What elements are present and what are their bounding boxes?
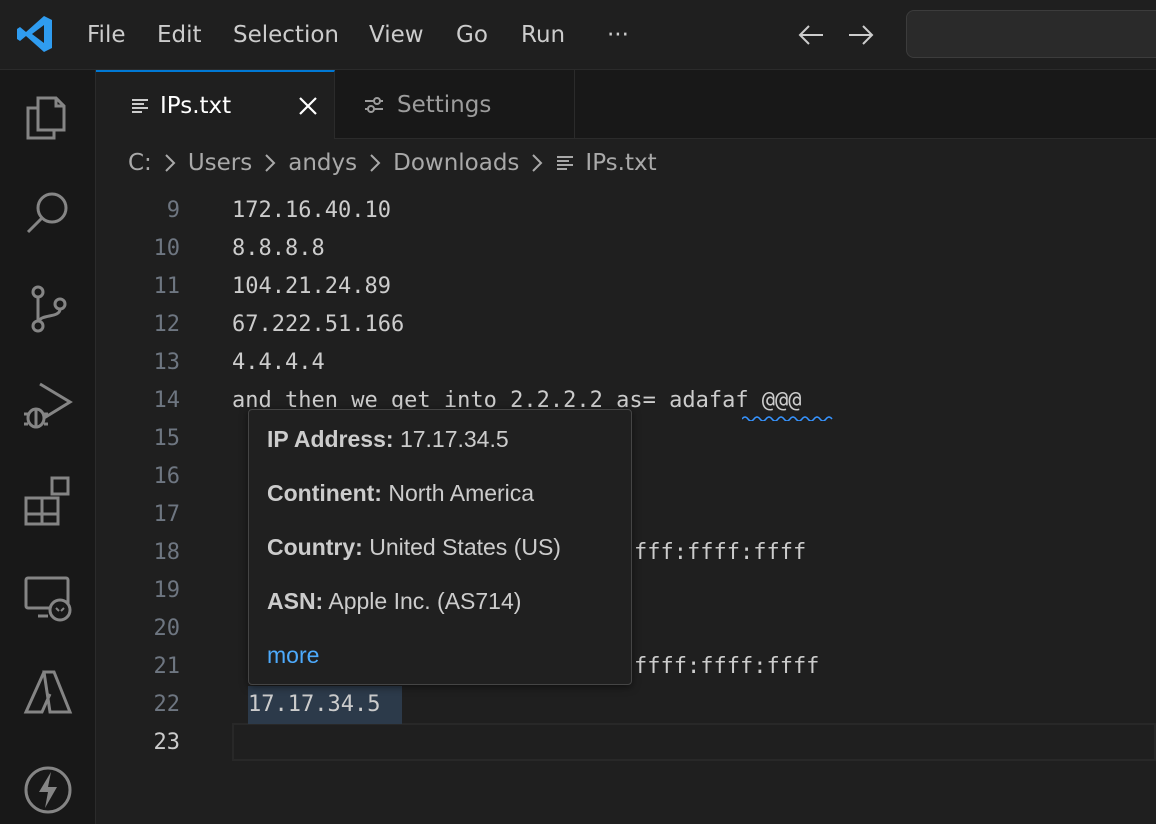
menu-view[interactable]: View: [369, 18, 424, 52]
breadcrumb-item[interactable]: IPs.txt: [585, 150, 656, 176]
code-line[interactable]: ffff:ffff:ffff: [634, 648, 819, 686]
breadcrumb: C: Users andys Downloads IPs.txt: [96, 139, 1156, 187]
hover-ip-label: IP Address:: [267, 426, 394, 452]
line-number: 11: [153, 274, 181, 299]
search-icon[interactable]: [20, 184, 76, 240]
ip-info-hover: IP Address: 17.17.34.5 Continent: North …: [248, 409, 632, 685]
hover-ip-value: 17.17.34.5: [399, 426, 509, 452]
code-line[interactable]: fff:ffff:ffff: [634, 534, 806, 572]
settings-sliders-icon: [365, 96, 383, 113]
chevron-right-icon: [531, 153, 543, 173]
line-number: 12: [153, 312, 181, 337]
hover-country-row: Country: United States (US): [267, 530, 561, 564]
line-number: 19: [153, 578, 181, 603]
menu-edit[interactable]: Edit: [157, 18, 202, 52]
tab-ips-txt[interactable]: IPs.txt: [96, 70, 335, 140]
breadcrumb-item[interactable]: Users: [188, 150, 252, 176]
line-number: 18: [153, 540, 181, 565]
hover-asn-label: ASN:: [267, 588, 324, 614]
line-number: 9: [166, 198, 180, 223]
menu-file[interactable]: File: [87, 18, 126, 52]
line-number: 17: [153, 502, 181, 527]
title-bar: File Edit Selection View Go Run ···: [0, 0, 1156, 70]
hover-ip-row: IP Address: 17.17.34.5: [267, 422, 509, 456]
line-number: 15: [153, 426, 181, 451]
breadcrumb-item[interactable]: Downloads: [393, 150, 519, 176]
run-debug-icon[interactable]: [20, 376, 76, 432]
line-number: 21: [153, 654, 181, 679]
line-number: 22: [153, 692, 181, 717]
close-icon[interactable]: [297, 95, 319, 117]
arrow-left-icon[interactable]: [796, 20, 826, 50]
code-line[interactable]: 4.4.4.4: [232, 344, 325, 382]
extensions-icon[interactable]: [20, 472, 76, 528]
tab-settings[interactable]: Settings: [335, 70, 575, 139]
line-number: 16: [153, 464, 181, 489]
code-line[interactable]: 8.8.8.8: [232, 230, 325, 268]
line-number: 23: [153, 730, 181, 755]
hover-continent-value: North America: [388, 480, 535, 506]
lightning-bolt-icon[interactable]: [20, 760, 76, 816]
breadcrumb-item[interactable]: C:: [128, 150, 152, 176]
hover-asn-value: Apple Inc. (AS714): [328, 588, 522, 614]
activity-bar: [0, 70, 96, 824]
line-number: 14: [153, 388, 181, 413]
vscode-logo-icon[interactable]: [16, 14, 54, 54]
spelling-squiggle: [742, 416, 833, 421]
explorer-files-icon[interactable]: [20, 88, 76, 144]
hover-continent-label: Continent:: [267, 480, 382, 506]
code-line[interactable]: 67.222.51.166: [232, 306, 404, 344]
chevron-right-icon: [369, 153, 381, 173]
hover-asn-row: ASN: Apple Inc. (AS714): [267, 584, 521, 618]
menu-go[interactable]: Go: [456, 18, 488, 52]
code-line[interactable]: 104.21.24.89: [232, 268, 391, 306]
menu-more[interactable]: ···: [607, 18, 629, 52]
remote-explorer-icon[interactable]: [20, 568, 76, 624]
lines-icon: [132, 99, 148, 113]
hover-country-value: United States (US): [369, 534, 561, 560]
menu-run[interactable]: Run: [521, 18, 565, 52]
hover-country-label: Country:: [267, 534, 363, 560]
command-center-search[interactable]: [906, 10, 1156, 58]
editor-tab-bar: IPs.txt Settings: [96, 70, 1156, 140]
arrow-right-icon[interactable]: [846, 20, 876, 50]
hover-continent-row: Continent: North America: [267, 476, 534, 510]
lines-icon: [557, 156, 574, 170]
breadcrumb-item[interactable]: andys: [288, 150, 357, 176]
azure-icon[interactable]: [20, 664, 76, 720]
line-number: 10: [153, 236, 181, 261]
code-line[interactable]: 17.17.34.5: [248, 686, 380, 724]
menu-selection[interactable]: Selection: [233, 18, 339, 52]
tab-label: Settings: [397, 91, 492, 118]
tab-label: IPs.txt: [160, 93, 232, 119]
hover-more-link[interactable]: more: [267, 638, 319, 672]
current-line-highlight: [232, 723, 1156, 761]
line-number: 20: [153, 616, 181, 641]
line-number: 13: [153, 350, 181, 375]
chevron-right-icon: [164, 153, 176, 173]
code-line[interactable]: 172.16.40.10: [232, 192, 391, 230]
source-control-icon[interactable]: [20, 280, 76, 336]
chevron-right-icon: [264, 153, 276, 173]
